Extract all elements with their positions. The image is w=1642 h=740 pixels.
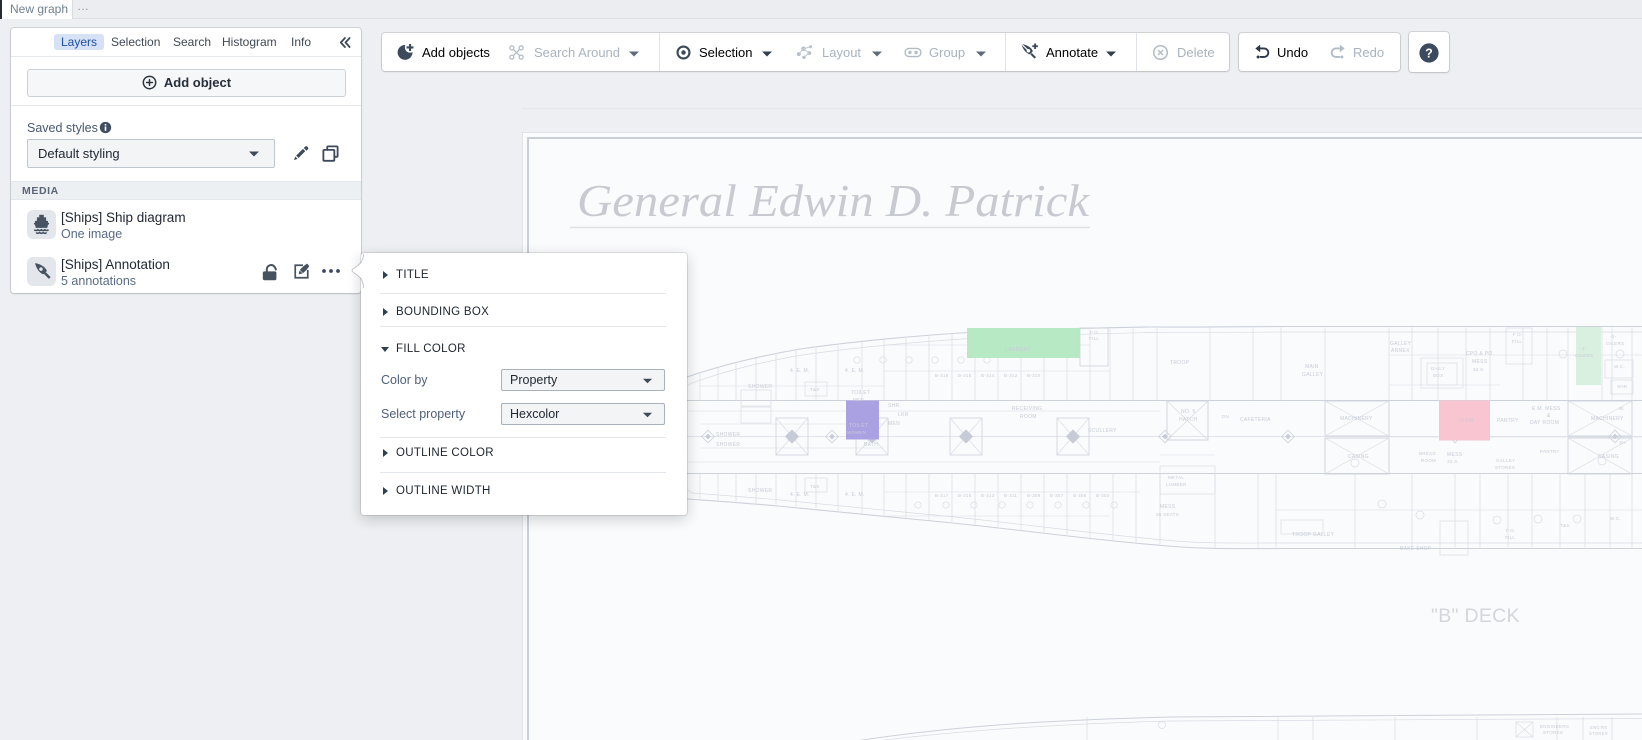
svg-text:PANTRY: PANTRY [1497, 418, 1519, 424]
svg-text:4. E. M.: 4. E. M. [845, 492, 865, 498]
svg-text:STORES: STORES [1543, 730, 1563, 735]
svg-text:CREW: CREW [1457, 418, 1473, 424]
svg-text:MESS: MESS [1472, 359, 1488, 365]
svg-text:MESS: MESS [1160, 504, 1176, 510]
svg-text:OILERS: OILERS [1606, 341, 1624, 346]
svg-text:TROOP GALLEY: TROOP GALLEY [1292, 532, 1334, 538]
svg-text:E.M. MESS: E.M. MESS [1532, 406, 1561, 412]
svg-text:ROOM: ROOM [1020, 414, 1037, 420]
svg-text:CASING: CASING [1598, 454, 1619, 460]
svg-text:METAL: METAL [1168, 475, 1184, 480]
svg-text:CASING: CASING [1348, 454, 1369, 460]
svg-text:"B" DECK: "B" DECK [1431, 605, 1520, 627]
svg-text:STORES: STORES [1589, 731, 1608, 736]
svg-text:W.: W. [1619, 406, 1625, 411]
svg-text:?: ? [1425, 47, 1433, 61]
svg-text:STORES: STORES [1495, 465, 1515, 470]
svg-text:B-307: B-307 [1050, 493, 1064, 498]
svg-text:SHR: SHR [1617, 384, 1628, 389]
svg-text:B-303: B-303 [1096, 493, 1110, 498]
svg-text:T&S: T&S [1560, 523, 1570, 528]
svg-text:T&S: T&S [810, 387, 820, 392]
svg-text:SHR.: SHR. [888, 403, 901, 409]
svg-text:WOMEN: WOMEN [847, 430, 866, 435]
svg-text:B-312: B-312 [1004, 373, 1018, 378]
svg-text:B-316: B-316 [958, 373, 972, 378]
svg-text:MEN: MEN [853, 397, 864, 402]
svg-text:F.O.: F.O. [1090, 330, 1099, 335]
svg-text:ROOM: ROOM [1421, 458, 1436, 463]
svg-text:SH: SH [1619, 440, 1626, 445]
svg-text:B-315: B-315 [958, 493, 972, 498]
svg-text:FILL: FILL [1512, 339, 1522, 344]
svg-text:B-310: B-310 [1027, 373, 1041, 378]
svg-text:LAUNDRY: LAUNDRY [1005, 347, 1031, 353]
svg-text:4. E. M.: 4. E. M. [790, 492, 810, 498]
svg-text:GALLEY: GALLEY [1302, 372, 1324, 378]
svg-text:BOX: BOX [1433, 373, 1443, 378]
svg-text:32 S.: 32 S. [1473, 367, 1485, 372]
svg-text:LKR: LKR [898, 412, 909, 418]
svg-text:-2-: -2- [1610, 334, 1617, 339]
svg-text:RECEIVING: RECEIVING [1012, 406, 1042, 412]
svg-text:GALLEY: GALLEY [1496, 458, 1515, 463]
svg-text:DN: DN [1222, 414, 1229, 419]
svg-text:NO. 5: NO. 5 [1181, 409, 1196, 415]
svg-text:MESS: MESS [1447, 452, 1463, 458]
svg-text:&: & [1547, 413, 1551, 419]
svg-text:B-311: B-311 [1004, 493, 1017, 498]
svg-text:MACHINERY: MACHINERY [1340, 416, 1373, 422]
svg-text:MEN: MEN [888, 421, 900, 427]
svg-text:32 S.: 32 S. [1447, 459, 1459, 464]
svg-text:OILERS: OILERS [1575, 353, 1593, 358]
svg-text:DAY ROOM: DAY ROOM [1530, 420, 1559, 426]
svg-text:CAFETERIA: CAFETERIA [1240, 417, 1271, 423]
svg-text:TROOP: TROOP [1170, 360, 1190, 366]
svg-text:B-309: B-309 [1027, 493, 1041, 498]
svg-text:GALLEY: GALLEY [1390, 341, 1412, 347]
svg-text:ENGINEERS: ENGINEERS [1540, 724, 1569, 729]
svg-text:MACHINERY: MACHINERY [1591, 416, 1624, 422]
svg-text:SHOWER: SHOWER [748, 384, 772, 390]
svg-text:LUMBER: LUMBER [1166, 482, 1187, 487]
svg-text:SHOWER: SHOWER [716, 442, 740, 448]
svg-text:BATH: BATH [864, 442, 878, 448]
svg-text:FILL: FILL [1089, 336, 1099, 341]
svg-text:B-313: B-313 [981, 493, 995, 498]
svg-text:-4-: -4- [1580, 346, 1587, 351]
svg-text:SHOWER: SHOWER [748, 488, 772, 494]
svg-text:W.C.: W.C. [1610, 516, 1621, 521]
svg-text:MAIN: MAIN [1305, 364, 1319, 370]
svg-text:TOILET: TOILET [849, 423, 868, 429]
svg-text:F.O.: F.O. [1506, 528, 1515, 533]
svg-text:FILL: FILL [1505, 535, 1515, 540]
svg-text:HATCH: HATCH [1179, 417, 1197, 423]
svg-text:BAKE SHOP: BAKE SHOP [1400, 546, 1432, 552]
svg-text:W.C.: W.C. [1614, 364, 1625, 369]
svg-text:36 SEATS: 36 SEATS [1156, 512, 1179, 517]
svg-text:4. E. M.: 4. E. M. [790, 368, 810, 374]
svg-text:General Edwin D. Patrick: General Edwin D. Patrick [577, 175, 1091, 226]
svg-text:B-314: B-314 [981, 373, 995, 378]
svg-text:ENG'RS: ENG'RS [1590, 725, 1608, 730]
svg-text:SHOWER: SHOWER [716, 432, 740, 438]
svg-text:ANNEX: ANNEX [1391, 348, 1410, 354]
svg-text:TOILET: TOILET [851, 390, 870, 396]
svg-text:F.O.: F.O. [1513, 332, 1522, 337]
svg-text:CPO & PO: CPO & PO [1466, 351, 1493, 357]
svg-text:B-305: B-305 [1073, 493, 1087, 498]
svg-text:B-317: B-317 [935, 493, 949, 498]
svg-text:DAILY: DAILY [1431, 366, 1445, 371]
svg-text:PANTRY: PANTRY [1540, 449, 1560, 454]
svg-text:BREAD: BREAD [1419, 451, 1436, 456]
svg-text:4. E. M.: 4. E. M. [845, 368, 865, 374]
svg-text:SCULLERY: SCULLERY [1088, 428, 1117, 434]
svg-text:T&S: T&S [810, 484, 820, 489]
svg-text:B-318: B-318 [935, 373, 949, 378]
